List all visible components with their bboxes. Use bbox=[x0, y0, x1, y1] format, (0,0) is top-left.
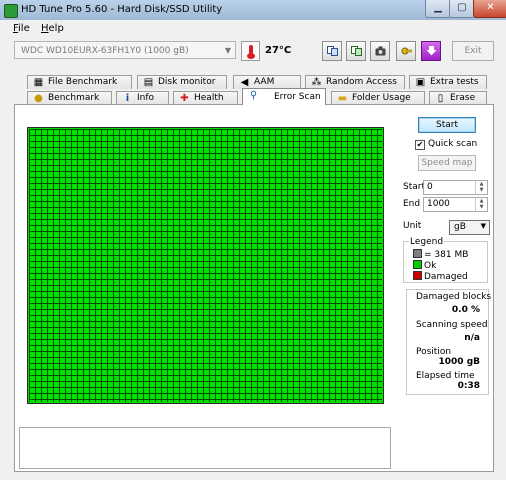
tab-label: Error Scan bbox=[274, 92, 321, 102]
save-button[interactable] bbox=[421, 41, 441, 61]
tab-disk-monitor[interactable]: ▤ Disk monitor bbox=[137, 75, 227, 89]
speed-map-button[interactable]: Speed map bbox=[418, 155, 476, 171]
tab-file-benchmark[interactable]: ▦ File Benchmark bbox=[27, 75, 132, 89]
unit-select-value: gB bbox=[454, 222, 466, 232]
end-field-value: 1000 bbox=[427, 199, 450, 209]
chevron-down-icon: ▼ bbox=[480, 222, 486, 230]
legend-label: = 381 MB bbox=[424, 250, 469, 260]
start-field[interactable]: 0 ▲ ▼ bbox=[423, 180, 488, 195]
start-field-label: Start bbox=[403, 182, 425, 192]
scan-log[interactable] bbox=[19, 427, 391, 469]
title-bar[interactable]: HD Tune Pro 5.60 - Hard Disk/SSD Utility… bbox=[0, 0, 506, 21]
menu-help-accel: H bbox=[41, 23, 49, 34]
options-icon bbox=[401, 47, 412, 55]
unit-select[interactable]: gB ▼ bbox=[449, 220, 490, 235]
end-field[interactable]: 1000 ▲ ▼ bbox=[423, 197, 488, 212]
close-button[interactable]: ✕ bbox=[473, 0, 506, 18]
extra-tests-icon: ▣ bbox=[415, 77, 426, 88]
download-icon bbox=[426, 46, 436, 56]
spinner-icon[interactable]: ▲ ▼ bbox=[475, 181, 487, 194]
magnifier-icon: ⚲ bbox=[249, 90, 258, 101]
green-swatch-icon bbox=[413, 260, 422, 269]
minimize-button[interactable]: ▁ bbox=[425, 0, 451, 18]
menu-file-label: ile bbox=[18, 23, 30, 34]
folder-icon: ▬ bbox=[337, 93, 348, 104]
menu-help-label: elp bbox=[48, 23, 64, 34]
tab-folder-usage[interactable]: ▬ Folder Usage bbox=[331, 91, 425, 105]
drive-select-value: WDC WD10EURX-63FH1Y0 (1000 gB) bbox=[21, 46, 189, 56]
chevron-down-icon: ▼ bbox=[224, 46, 231, 55]
menu-help[interactable]: Help bbox=[41, 23, 64, 34]
tab-label: Random Access bbox=[326, 77, 397, 87]
app-window: HD Tune Pro 5.60 - Hard Disk/SSD Utility… bbox=[0, 0, 506, 480]
start-button[interactable]: Start bbox=[418, 117, 476, 133]
lightbulb-icon: ● bbox=[34, 93, 43, 104]
copy-screenshot-icon bbox=[350, 46, 362, 56]
elapsed-time-label: Elapsed time bbox=[416, 371, 475, 381]
temperature-readout: 27°C bbox=[265, 45, 292, 56]
tab-aam[interactable]: ◀ AAM bbox=[233, 75, 301, 89]
position-label: Position bbox=[416, 347, 452, 357]
legend-title: Legend bbox=[409, 237, 445, 247]
tab-erase[interactable]: ▯ Erase bbox=[429, 91, 487, 105]
menu-bar: File Help bbox=[0, 20, 506, 38]
gray-swatch-icon bbox=[413, 249, 422, 258]
end-field-label: End bbox=[403, 199, 421, 209]
random-access-icon: ⁂ bbox=[311, 77, 322, 88]
tab-random-access[interactable]: ⁂ Random Access bbox=[305, 75, 405, 89]
damaged-blocks-value: 0.0 % bbox=[451, 305, 480, 315]
trash-icon: ▯ bbox=[437, 93, 444, 104]
damaged-blocks-label: Damaged blocks bbox=[416, 292, 492, 302]
position-value: 1000 gB bbox=[438, 357, 480, 367]
speaker-icon: ◀ bbox=[240, 77, 249, 88]
menu-file[interactable]: File bbox=[13, 23, 30, 34]
legend-label: Ok bbox=[424, 261, 437, 271]
screenshot-button[interactable] bbox=[370, 41, 390, 61]
tab-benchmark[interactable]: ● Benchmark bbox=[27, 91, 112, 105]
thermometer-icon bbox=[241, 41, 260, 61]
tab-extra-tests[interactable]: ▣ Extra tests bbox=[409, 75, 487, 89]
window-title: HD Tune Pro 5.60 - Hard Disk/SSD Utility bbox=[21, 4, 223, 15]
tab-health[interactable]: ✚ Health bbox=[173, 91, 238, 105]
file-benchmark-icon: ▦ bbox=[33, 77, 44, 88]
red-swatch-icon bbox=[413, 271, 422, 280]
tab-info[interactable]: i Info bbox=[116, 91, 169, 105]
legend-label: Damaged bbox=[424, 272, 468, 282]
copy-text-icon bbox=[326, 46, 338, 56]
info-icon: i bbox=[125, 93, 130, 104]
scan-block-map bbox=[27, 127, 384, 404]
start-field-value: 0 bbox=[427, 182, 433, 192]
exit-button[interactable]: Exit bbox=[452, 41, 494, 61]
quick-scan-label: Quick scan bbox=[428, 139, 478, 149]
tab-error-scan[interactable]: ⚲ Error Scan bbox=[242, 88, 326, 105]
copy-text-button[interactable] bbox=[322, 41, 342, 61]
maximize-button[interactable]: ▢ bbox=[449, 0, 475, 18]
scan-block-cells bbox=[29, 129, 382, 402]
camera-icon bbox=[375, 46, 385, 56]
scanning-speed-value: n/a bbox=[464, 333, 480, 343]
legend-item-damaged: Damaged bbox=[413, 271, 468, 282]
tab-label: File Benchmark bbox=[48, 77, 118, 87]
elapsed-time-value: 0:38 bbox=[457, 381, 480, 391]
options-button[interactable] bbox=[396, 41, 416, 61]
copy-screenshot-button[interactable] bbox=[346, 41, 366, 61]
unit-label: Unit bbox=[403, 221, 422, 231]
tab-label: Disk monitor bbox=[158, 77, 216, 87]
thermometer-bulb bbox=[247, 53, 255, 59]
app-icon bbox=[4, 4, 18, 18]
tab-label: Extra tests bbox=[430, 77, 479, 87]
health-cross-icon: ✚ bbox=[180, 93, 189, 104]
quick-scan-checkbox[interactable]: ✔ bbox=[415, 140, 425, 150]
legend-item-block-size: = 381 MB bbox=[413, 249, 468, 260]
disk-monitor-icon: ▤ bbox=[143, 77, 154, 88]
scanning-speed-label: Scanning speed bbox=[416, 320, 488, 330]
drive-select[interactable]: WDC WD10EURX-63FH1Y0 (1000 gB) ▼ bbox=[14, 41, 236, 59]
legend-item-ok: Ok bbox=[413, 260, 436, 271]
spinner-icon[interactable]: ▲ ▼ bbox=[475, 198, 487, 211]
